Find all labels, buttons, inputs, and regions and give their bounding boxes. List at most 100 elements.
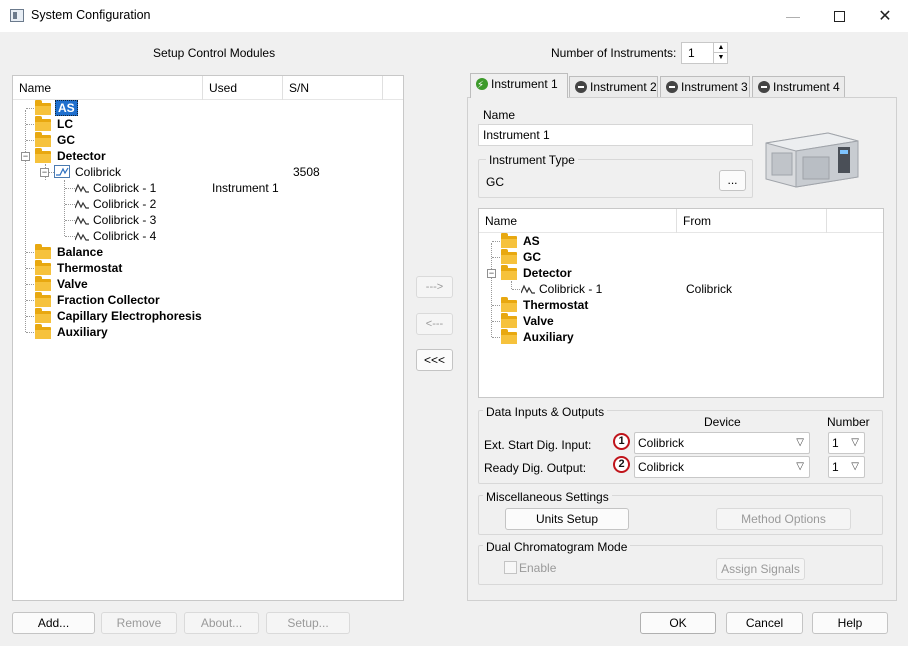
instrument-tree-item-valve[interactable]: Valve: [501, 313, 554, 329]
tree-item-label: Balance: [57, 245, 104, 259]
tree-item-label: Valve: [523, 314, 554, 328]
tab-instrument-2[interactable]: Instrument 2: [569, 76, 658, 98]
tree-item-channel-4[interactable]: Colibrick - 4: [75, 228, 156, 244]
instrument-tree-item-channel-1[interactable]: Colibrick - 1 Colibrick: [521, 281, 821, 297]
tab-label: Instrument 3: [681, 80, 748, 94]
tree-item-as[interactable]: AS: [35, 100, 78, 116]
instrument-module-tree[interactable]: Name From AS GC − Detector Colibrick - 1…: [478, 208, 884, 398]
tree-item-label: Auxiliary: [523, 330, 574, 344]
column-header-sn[interactable]: S/N: [283, 76, 383, 100]
instrument-type-browse-button[interactable]: ...: [719, 170, 746, 191]
tree-item-channel-3[interactable]: Colibrick - 3: [75, 212, 156, 228]
minimize-icon: —: [786, 8, 800, 24]
tree-item-channel-2[interactable]: Colibrick - 2: [75, 196, 156, 212]
ext-start-number-select[interactable]: 1 ▽: [828, 432, 865, 454]
close-button[interactable]: ✕: [862, 0, 908, 32]
tree-item-detector[interactable]: Detector: [35, 148, 106, 164]
disabled-minus-icon: [758, 81, 770, 93]
enable-dual-checkbox[interactable]: [504, 561, 517, 574]
tree-item-capillary-electrophoresis[interactable]: Capillary Electrophoresis: [35, 308, 202, 324]
detector-module-icon: [54, 165, 70, 178]
tab-instrument-1[interactable]: Instrument 1: [470, 73, 568, 98]
setup-module-button[interactable]: Setup...: [266, 612, 350, 634]
remove-all-button[interactable]: <<<: [416, 349, 453, 371]
ok-button[interactable]: OK: [640, 612, 716, 634]
tab-instrument-4[interactable]: Instrument 4: [752, 76, 845, 98]
ext-start-device-select[interactable]: Colibrick ▽: [634, 432, 810, 454]
tree-line: [512, 289, 520, 290]
instrument-tree-item-as[interactable]: AS: [501, 233, 540, 249]
remove-from-instrument-button[interactable]: <---: [416, 313, 453, 335]
module-tree-header: Name Used S/N: [13, 76, 403, 100]
units-setup-button[interactable]: Units Setup: [505, 508, 629, 530]
column-header-from[interactable]: From: [677, 209, 827, 233]
spin-down-button[interactable]: ▼: [713, 53, 728, 63]
device-column-header: Device: [704, 415, 741, 429]
instrument-tree-item-thermostat[interactable]: Thermostat: [501, 297, 588, 313]
tree-item-label: Colibrick - 1: [93, 181, 157, 195]
ready-output-number-select[interactable]: 1 ▽: [828, 456, 865, 478]
tree-item-valve[interactable]: Valve: [35, 276, 88, 292]
tree-item-gc[interactable]: GC: [35, 132, 75, 148]
folder-icon: [35, 148, 51, 163]
collapse-toggle-detector[interactable]: −: [487, 269, 496, 278]
tree-item-label: AS: [55, 100, 78, 116]
tree-item-channel-1[interactable]: Colibrick - 1 Instrument 1: [75, 180, 375, 196]
instrument-tree-item-detector[interactable]: Detector: [501, 265, 572, 281]
active-bolt-icon: [476, 76, 488, 96]
maximize-button[interactable]: [816, 0, 862, 32]
tree-item-colibrick[interactable]: Colibrick 3508: [54, 164, 394, 180]
assign-signals-button[interactable]: Assign Signals: [716, 558, 805, 580]
folder-icon: [35, 324, 51, 339]
tree-item-fraction-collector[interactable]: Fraction Collector: [35, 292, 160, 308]
spin-up-button[interactable]: ▲: [713, 43, 728, 53]
tree-item-label: Capillary Electrophoresis: [57, 309, 202, 323]
collapse-toggle-detector[interactable]: −: [21, 152, 30, 161]
tree-item-lc[interactable]: LC: [35, 116, 73, 132]
tree-item-label: Detector: [523, 266, 572, 280]
ready-output-device-select[interactable]: Colibrick ▽: [634, 456, 810, 478]
signal-icon: [75, 183, 89, 193]
remove-module-button[interactable]: Remove: [101, 612, 177, 634]
maximize-icon: [833, 10, 845, 22]
method-options-button[interactable]: Method Options: [716, 508, 851, 530]
module-source: Colibrick: [686, 282, 733, 296]
number-column-header: Number: [827, 415, 870, 429]
folder-icon: [35, 100, 51, 115]
tree-line: [511, 281, 512, 289]
column-header-used[interactable]: Used: [203, 76, 283, 100]
tree-item-label: Fraction Collector: [57, 293, 160, 307]
tab-instrument-3[interactable]: Instrument 3: [660, 76, 750, 98]
instrument-tree-item-gc[interactable]: GC: [501, 249, 541, 265]
column-header-name[interactable]: Name: [479, 209, 677, 233]
enable-dual-label: Enable: [519, 561, 557, 575]
signal-icon: [75, 215, 89, 225]
folder-icon: [501, 265, 517, 280]
instrument-count-spinner[interactable]: 1 ▲ ▼: [681, 42, 728, 64]
add-to-instrument-button[interactable]: --->: [416, 276, 453, 298]
tab-label: Instrument 2: [590, 80, 657, 94]
help-button[interactable]: Help: [812, 612, 888, 634]
tree-item-thermostat[interactable]: Thermostat: [35, 260, 122, 276]
tree-line: [25, 110, 26, 332]
instrument-tree-item-auxiliary[interactable]: Auxiliary: [501, 329, 574, 345]
tree-line: [65, 188, 75, 189]
folder-icon: [501, 249, 517, 264]
tree-item-auxiliary[interactable]: Auxiliary: [35, 324, 108, 340]
setup-modules-heading: Setup Control Modules: [153, 46, 276, 60]
column-header-name[interactable]: Name: [13, 76, 203, 100]
tree-item-label: Colibrick: [75, 165, 122, 179]
collapse-toggle-colibrick[interactable]: −: [40, 168, 49, 177]
module-tree[interactable]: Name Used S/N AS LC GC − Detector − Coli…: [12, 75, 404, 601]
chevron-down-icon: ▽: [851, 437, 859, 448]
minimize-button[interactable]: —: [770, 0, 816, 32]
tree-line: [65, 220, 75, 221]
title-bar[interactable]: System Configuration — ✕: [0, 0, 908, 32]
instrument-name-input[interactable]: Instrument 1: [478, 124, 753, 146]
about-module-button[interactable]: About...: [184, 612, 259, 634]
data-io-title: Data Inputs & Outputs: [483, 405, 608, 419]
cancel-button[interactable]: Cancel: [726, 612, 803, 634]
tree-item-balance[interactable]: Balance: [35, 244, 103, 260]
folder-icon: [35, 308, 51, 323]
add-module-button[interactable]: Add...: [12, 612, 95, 634]
